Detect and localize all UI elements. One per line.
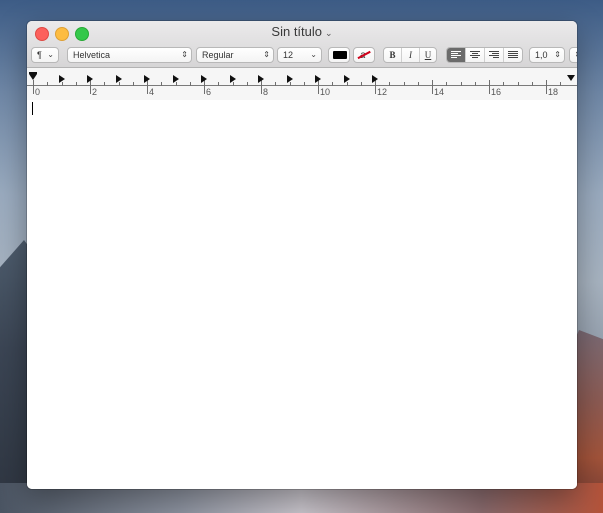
underline-button[interactable]: U [420,48,436,62]
italic-button[interactable]: I [402,48,420,62]
ruler-label: 2 [92,87,98,97]
alignment-segment [446,47,523,63]
font-size-value: 12 [283,50,294,60]
ruler-label: 18 [548,87,559,97]
justify-icon [508,51,518,59]
ruler-tick [460,82,462,86]
background-color-well[interactable]: a [353,47,375,63]
text-style-segment: B I U [383,47,437,63]
ruler-tick [75,82,77,86]
updown-arrows-icon: ⇕ [181,50,188,59]
ruler-tick [218,82,220,86]
ruler-tick [403,82,405,86]
ruler-tick [161,82,163,86]
ruler-tick [417,82,419,86]
tab-stop-marker[interactable] [343,75,350,83]
text-color-well[interactable] [328,47,350,63]
align-center-icon [470,51,480,59]
justify-button[interactable] [504,48,522,62]
ruler-tick [474,82,476,86]
window-title-text: Sin título [271,24,323,39]
ruler-tick [489,80,490,94]
font-style-value: Regular [202,50,234,60]
tab-stop-marker[interactable] [286,75,293,83]
ruler-tick [246,82,248,86]
font-size-combo[interactable]: 12 ⌄ [277,47,322,63]
line-spacing-popup[interactable]: 1,0 ⇕ [529,47,565,63]
font-style-popup[interactable]: Regular ⇕ [196,47,274,63]
ruler-tick [360,82,362,86]
ruler-tick [189,82,191,86]
document-text-area[interactable] [27,100,577,489]
chevron-down-icon: ⌄ [47,50,54,59]
tab-stop-marker[interactable] [58,75,65,83]
updown-arrows-icon: ⇕ [574,48,577,62]
format-toolbar: ¶ ⌄ Helvetica ⇕ Regular ⇕ 12 ⌄ a [27,47,577,65]
line-spacing-value: 1,0 [535,50,548,60]
ruler-label: 0 [35,87,41,97]
right-margin-marker[interactable] [567,75,575,81]
align-left-button[interactable] [447,48,466,62]
ruler-tick [389,82,391,86]
text-color-swatch [333,51,347,59]
ruler-tick [432,80,433,94]
ruler-label: 14 [434,87,445,97]
ruler-tick [546,80,547,94]
window-title[interactable]: Sin título ⌄ [27,24,577,39]
textedit-window: Sin título ⌄ ¶ ⌄ Helvetica ⇕ Regular ⇕ 12… [27,21,577,489]
ruler-tick [531,82,533,86]
tab-stop-marker[interactable] [229,75,236,83]
ruler-tick [47,82,49,86]
text-caret [32,102,33,115]
align-left-icon [451,51,461,59]
ruler-tick [446,82,448,86]
ruler-tick [303,82,305,86]
align-right-button[interactable] [485,48,504,62]
ruler-label: 4 [149,87,155,97]
ruler-tick [33,80,34,94]
ruler-tick [132,82,134,86]
ruler-label: 10 [320,87,331,97]
ruler-label: 6 [206,87,212,97]
font-family-popup[interactable]: Helvetica ⇕ [67,47,192,63]
bold-button[interactable]: B [384,48,402,62]
ruler-tick [517,82,519,86]
tab-stop-marker[interactable] [115,75,122,83]
tab-stop-marker[interactable] [201,75,207,83]
chevron-down-icon: ⌄ [310,50,317,59]
chevron-down-icon: ⌄ [325,28,333,38]
tab-stop-marker[interactable] [172,75,179,83]
ruler-label: 8 [263,87,269,97]
ruler-tick [104,82,106,86]
font-family-value: Helvetica [73,50,111,60]
ruler[interactable]: 0 2 4 6 8 10 12 14 16 18 [27,68,577,101]
ruler-label: 12 [377,87,388,97]
align-right-icon [489,51,499,59]
ruler-tick [275,82,277,86]
lists-popup[interactable]: ⇕ [569,47,577,63]
title-bar: Sin título ⌄ ¶ ⌄ Helvetica ⇕ Regular ⇕ 12… [27,21,577,68]
ruler-tick [560,82,562,86]
ruler-tick [332,82,334,86]
updown-arrows-icon: ⇕ [263,50,270,59]
ruler-baseline [27,85,577,86]
tab-stop-marker[interactable] [315,75,321,83]
updown-arrows-icon: ⇕ [554,50,561,59]
ruler-tick [503,82,505,86]
paragraph-styles-popup[interactable]: ¶ ⌄ [31,47,59,63]
ruler-label: 16 [491,87,502,97]
tab-stop-marker[interactable] [258,75,264,83]
tab-stop-marker[interactable] [87,75,93,83]
tab-stop-marker[interactable] [144,75,150,83]
paragraph-icon: ¶ [37,50,42,60]
tab-stop-marker[interactable] [372,75,378,83]
align-center-button[interactable] [466,48,485,62]
